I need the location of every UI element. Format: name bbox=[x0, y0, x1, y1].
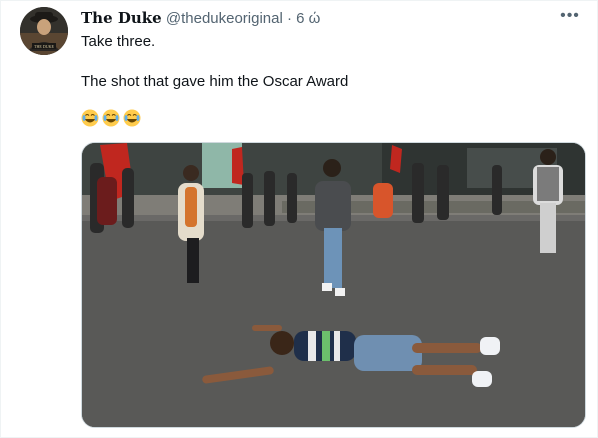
tweet-header: The Duke @thedukeoriginal · 6 ώ bbox=[81, 9, 320, 27]
tweet-text-line-1: Take three. bbox=[81, 33, 156, 50]
tweet-photo[interactable] bbox=[81, 142, 586, 428]
more-options-icon[interactable]: ••• bbox=[557, 5, 583, 27]
more-options-label: ••• bbox=[560, 7, 580, 24]
tweet-card[interactable]: THE DUKE The Duke @thedukeoriginal · 6 ώ… bbox=[0, 0, 598, 438]
emoji-row bbox=[81, 109, 141, 127]
tweet-timestamp[interactable]: 6 ώ bbox=[296, 10, 320, 27]
street-scene-image bbox=[82, 143, 585, 427]
separator-dot: · bbox=[287, 10, 292, 27]
profile-avatar[interactable]: THE DUKE bbox=[20, 7, 68, 55]
laughing-emoji-icon bbox=[123, 109, 141, 127]
display-name[interactable]: The Duke bbox=[81, 9, 162, 27]
avatar-image: THE DUKE bbox=[20, 7, 68, 55]
user-handle[interactable]: @thedukeoriginal bbox=[166, 10, 283, 27]
laughing-emoji-icon bbox=[81, 109, 99, 127]
tweet-text-line-2: The shot that gave him the Oscar Award bbox=[81, 73, 349, 90]
svg-text:THE DUKE: THE DUKE bbox=[34, 44, 54, 49]
laughing-emoji-icon bbox=[102, 109, 120, 127]
